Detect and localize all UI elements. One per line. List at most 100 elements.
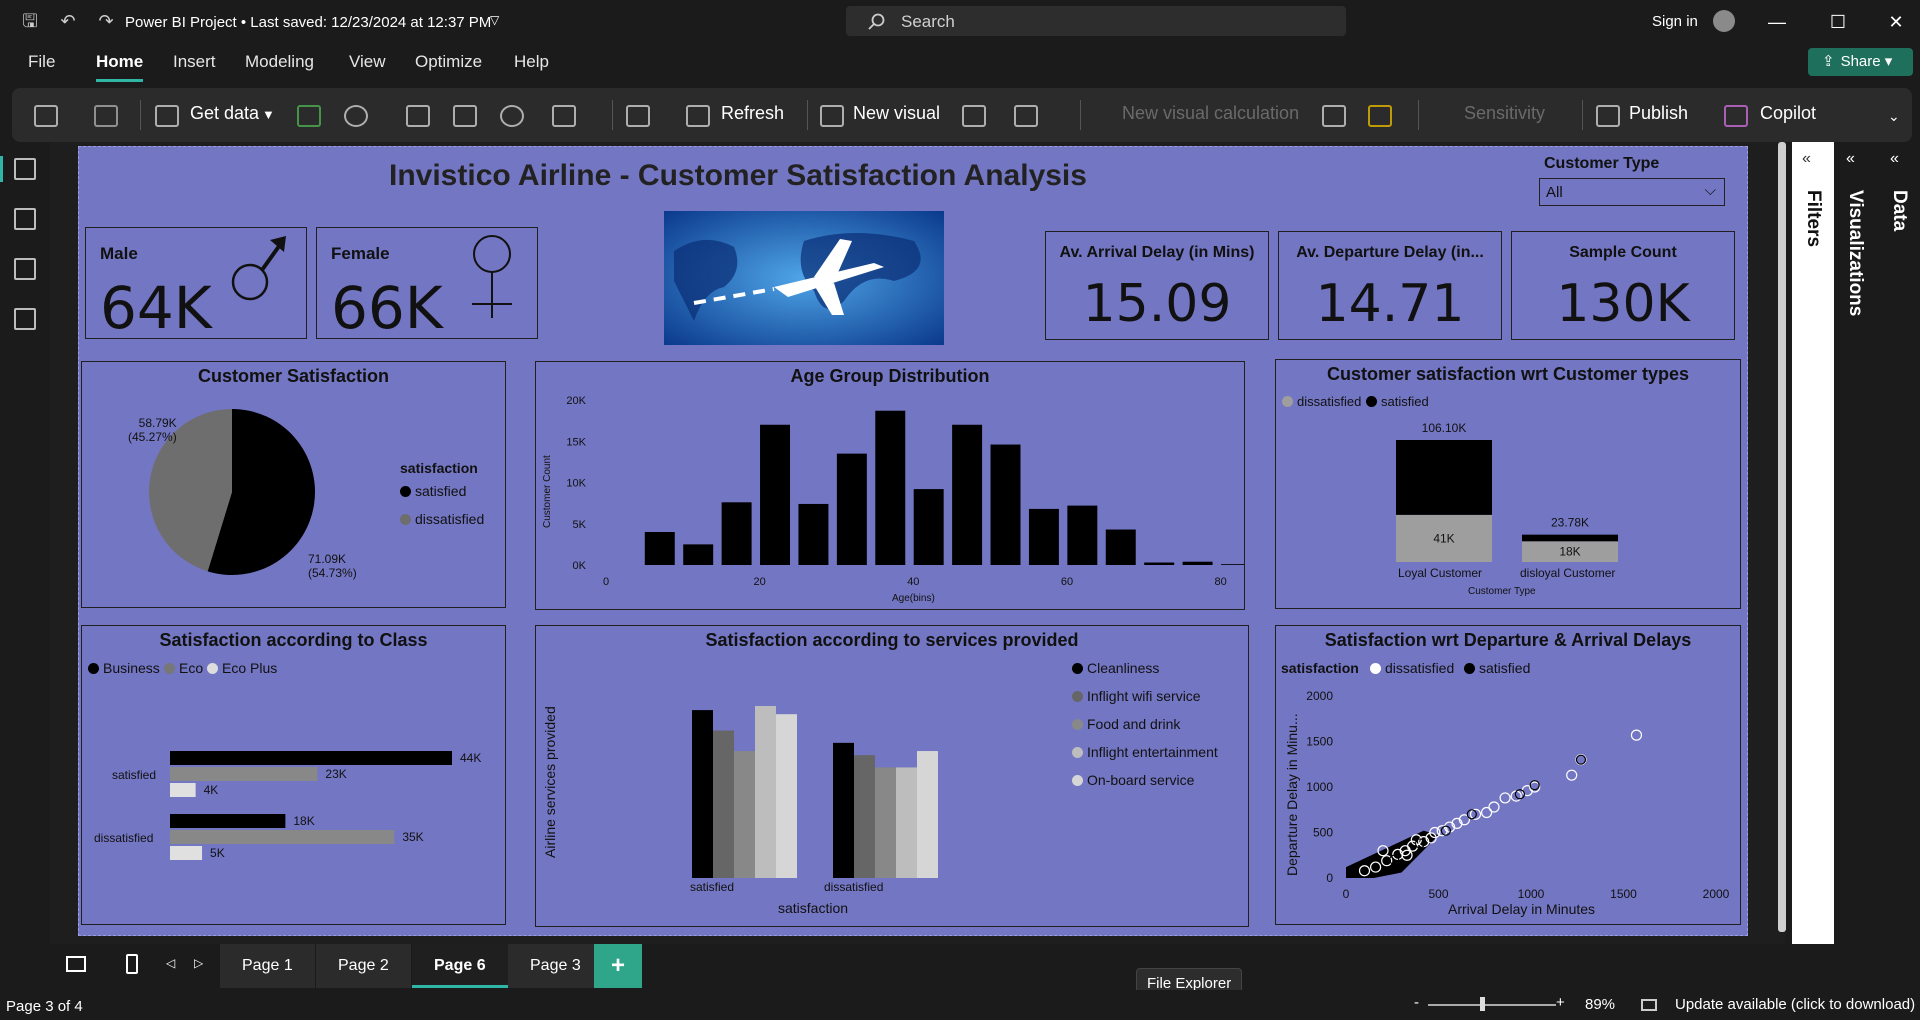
collapse-ribbon-icon[interactable]: ⌄ [1888,108,1900,125]
legend-item-entertainment[interactable]: Inflight entertainment [1072,744,1218,760]
mobile-layout-icon[interactable] [126,954,138,974]
dax-query-view-icon[interactable] [14,308,36,330]
search-icon [868,13,885,30]
male-card[interactable]: Male 64K [85,227,307,342]
bar-business [170,814,286,828]
customer-type-satisfaction-chart[interactable]: Customer satisfaction wrt Customer types… [1275,359,1741,609]
legend-item-satisfied[interactable]: satisfied [400,483,466,499]
copilot-icon[interactable] [1724,105,1748,127]
sign-in-link[interactable]: Sign in [1652,13,1698,30]
text-box-icon[interactable] [962,105,986,127]
x-tick-label: 2000 [1703,887,1730,901]
menu-optimize[interactable]: Optimize [415,52,482,72]
redo-icon[interactable]: ↷ [95,10,117,32]
paste-icon[interactable] [34,105,58,127]
new-visual-button[interactable]: New visual [853,103,940,124]
format-painter-icon[interactable] [94,105,118,127]
model-view-icon[interactable] [14,258,36,280]
arrival-delay-card[interactable]: Av. Arrival Delay (in Mins) 15.09 [1045,231,1269,340]
menu-insert[interactable]: Insert [173,52,216,72]
menu-file[interactable]: File [28,52,55,72]
female-card[interactable]: Female 66K [316,227,538,342]
histogram-bar [683,544,714,565]
delays-scatter-chart[interactable]: Satisfaction wrt Departure & Arrival Del… [1275,625,1741,925]
legend-item-cleanliness[interactable]: Cleanliness [1072,660,1159,676]
fit-to-page-icon[interactable] [1641,999,1657,1011]
tab-page-2[interactable]: Page 2 [316,944,411,988]
refresh-icon[interactable] [686,105,710,127]
expand-icon[interactable]: « [1890,150,1899,168]
customer-satisfaction-pie-chart[interactable]: Customer Satisfaction 58.79K (45.27%) 71.… [81,361,506,608]
title-chevron-icon[interactable]: ▽ [490,13,499,27]
data-pane[interactable]: « Data [1878,142,1920,944]
menu-view[interactable]: View [349,52,386,72]
update-available-link[interactable]: Update available (click to download) [1675,996,1915,1013]
recent-sources-icon[interactable] [552,105,576,127]
legend-item-wifi[interactable]: Inflight wifi service [1072,688,1201,704]
more-visuals-icon[interactable] [1014,105,1038,127]
menu-bar: File Home Insert Modeling View Optimize … [0,44,1920,84]
expand-icon[interactable]: « [1802,150,1811,168]
publish-icon[interactable] [1596,105,1620,127]
zoom-out-icon[interactable]: - [1414,994,1419,1011]
get-data-button[interactable]: Get data [190,103,259,124]
tab-page-1[interactable]: Page 1 [220,944,315,988]
filters-label: Filters [1803,190,1824,248]
close-icon[interactable]: ✕ [1884,12,1908,33]
class-satisfaction-chart[interactable]: Satisfaction according to Class Business… [81,625,506,925]
menu-modeling[interactable]: Modeling [245,52,314,72]
age-group-distribution-chart[interactable]: Age Group Distribution Customer Count Ag… [535,361,1245,610]
report-view-icon[interactable] [14,158,36,180]
avatar-icon[interactable] [1713,10,1735,32]
tab-scroll-right-icon[interactable]: ▷ [194,956,203,970]
new-measure-icon[interactable] [1322,105,1346,127]
card-label: Av. Departure Delay (in... [1296,244,1484,261]
new-visual-icon[interactable] [820,105,844,127]
histogram-bar [721,502,752,565]
tab-page-6[interactable]: Page 6 [412,944,508,988]
zoom-slider[interactable] [1428,1004,1556,1006]
filters-pane[interactable]: « Filters [1792,142,1834,944]
add-page-button[interactable]: + [594,944,642,988]
transform-data-icon[interactable] [626,105,650,127]
customer-type-slicer[interactable]: All ⌵ [1539,178,1725,206]
sql-icon[interactable] [406,105,430,127]
undo-icon[interactable]: ↶ [57,10,79,32]
desktop-layout-icon[interactable] [66,956,86,972]
publish-button[interactable]: Publish [1629,103,1688,124]
enter-data-icon[interactable] [453,105,477,127]
quick-measure-icon[interactable] [1368,105,1392,127]
save-icon[interactable]: 🖫 [19,10,41,32]
refresh-button[interactable]: Refresh [721,103,784,124]
menu-help[interactable]: Help [514,52,549,72]
visualizations-pane[interactable]: « Visualizations [1834,142,1876,944]
search-input[interactable]: Search [846,6,1346,36]
document-title[interactable]: Power BI Project • Last saved: 12/23/202… [125,14,491,31]
legend-item-food[interactable]: Food and drink [1072,716,1180,732]
dataverse-link-icon[interactable] [500,105,524,127]
services-satisfaction-chart[interactable]: Satisfaction according to services provi… [535,625,1249,927]
dataverse-icon[interactable] [344,105,368,127]
scatter-point [1630,729,1643,741]
legend-item-onboard[interactable]: On-board service [1072,772,1194,788]
sample-count-card[interactable]: Sample Count 130K [1511,231,1735,340]
excel-icon[interactable] [297,105,321,127]
maximize-icon[interactable]: ☐ [1826,12,1850,33]
menu-home[interactable]: Home [96,52,144,82]
data-label: 4K [204,783,219,797]
copilot-button[interactable]: Copilot [1760,103,1816,124]
chevron-down-icon[interactable]: ▼ [262,107,275,122]
database-icon[interactable] [155,105,179,127]
legend-item-dissatisfied[interactable]: dissatisfied [400,511,484,527]
tab-scroll-left-icon[interactable]: ◁ [166,956,175,970]
share-button[interactable]: ⇪ Share ▾ [1808,48,1913,76]
zoom-in-icon[interactable]: + [1556,994,1565,1011]
canvas-scrollbar[interactable] [1778,142,1786,932]
departure-delay-card[interactable]: Av. Departure Delay (in... 14.71 [1278,231,1502,340]
minimize-icon[interactable]: — [1765,12,1789,33]
table-view-icon[interactable] [14,208,36,230]
tab-page-3[interactable]: Page 3 [508,944,603,988]
female-label: Female [331,244,390,263]
expand-icon[interactable]: « [1846,150,1855,168]
zoom-slider-thumb[interactable] [1480,997,1485,1011]
